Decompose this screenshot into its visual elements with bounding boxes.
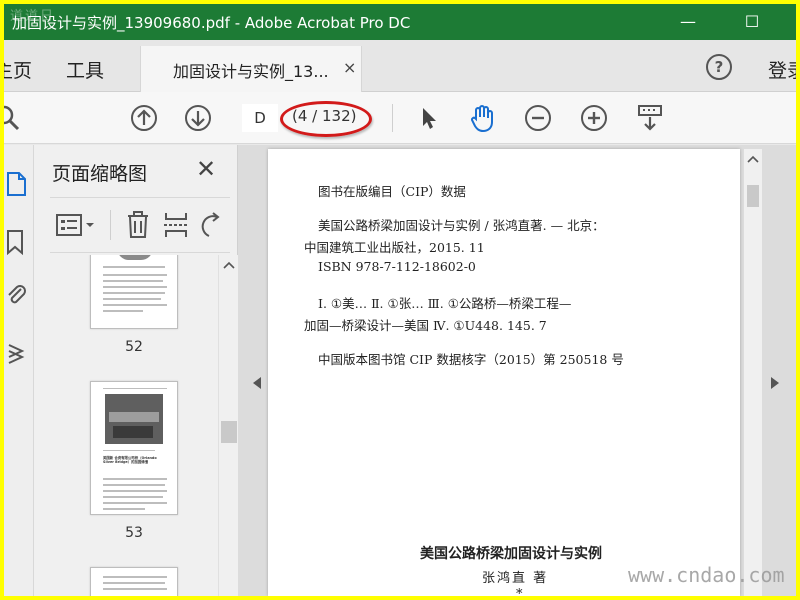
split-page-icon[interactable] xyxy=(160,210,192,240)
book-title: 美国公路桥梁加固设计与实例 xyxy=(420,546,602,562)
close-tab-icon[interactable]: × xyxy=(343,58,356,77)
delete-page-icon[interactable] xyxy=(122,210,154,240)
document-tab-label: 加固设计与实例_13... xyxy=(173,62,329,81)
layers-icon[interactable] xyxy=(6,341,28,367)
doc-text-line: 加固—桥梁设计—美国 Ⅳ. ①U448. 145. 7 xyxy=(304,318,547,333)
doc-text-line: 中国建筑工业出版社，2015. 11 xyxy=(304,240,485,255)
book-author: 张鸿直 著 xyxy=(482,571,549,586)
thumbnail-page-53[interactable]: 美国新 合资有限公司桥（Orlando Silver Bridge）的加固修缮 xyxy=(90,381,178,515)
tools-tab[interactable]: 工具 xyxy=(66,56,104,83)
page-thumbnails-icon[interactable] xyxy=(6,171,28,197)
page-number-input[interactable]: D xyxy=(242,104,278,132)
title-bar: 道道日 加固设计与实例_13909680.pdf - Adobe Acrobat… xyxy=(4,4,796,40)
window-title: 加固设计与实例_13909680.pdf - Adobe Acrobat Pro… xyxy=(12,14,411,32)
toolbar-divider xyxy=(392,104,393,132)
site-watermark: www.cndao.com xyxy=(628,563,785,587)
login-button[interactable]: 登录 xyxy=(768,56,796,83)
options-menu-icon[interactable] xyxy=(54,210,98,240)
cip-record-line: 中国版本图书馆 CIP 数据核字（2015）第 250518 号 xyxy=(318,352,624,367)
acrobat-window: 道道日 加固设计与实例_13909680.pdf - Adobe Acrobat… xyxy=(4,4,796,596)
left-rail xyxy=(4,145,34,596)
rotate-page-icon[interactable] xyxy=(196,210,228,240)
attachment-icon[interactable] xyxy=(6,283,28,309)
doc-text-line: Ⅰ. ①美… Ⅱ. ①张… Ⅲ. ①公路桥—桥梁工程— xyxy=(318,296,572,311)
tool-divider xyxy=(110,210,111,240)
thumbnail-list: 52 美国新 合资有限公司桥（Orlando Silver Bridge）的加固… xyxy=(34,255,238,596)
zoom-out-icon[interactable] xyxy=(520,100,556,136)
next-page-arrow-icon[interactable] xyxy=(770,377,780,389)
thumbnail-page-54[interactable] xyxy=(90,567,178,596)
panel-title: 页面缩略图 xyxy=(52,163,148,185)
previous-page-arrow-icon[interactable] xyxy=(252,377,262,389)
search-icon[interactable] xyxy=(4,100,26,136)
hand-tool-icon[interactable] xyxy=(464,100,500,136)
thumbnail-toolbar xyxy=(50,197,230,253)
maximize-button[interactable]: ☐ xyxy=(732,8,772,36)
isbn-line: ISBN 978-7-112-18602-0 xyxy=(318,259,476,274)
document-scrollbar[interactable] xyxy=(744,149,762,596)
highlight-ellipse xyxy=(280,101,372,137)
thumbnail-scroll-thumb[interactable] xyxy=(221,421,237,443)
next-page-icon[interactable] xyxy=(180,100,216,136)
doc-text-line: 美国公路桥梁加固设计与实例 / 张鸿直著. — 北京： xyxy=(318,218,605,233)
home-tab[interactable]: 主页 xyxy=(4,56,32,83)
thumbnail-scrollbar[interactable] xyxy=(218,255,238,596)
thumbnails-panel: 页面缩略图 ✕ 52 美国新 合资有限公司桥（Orlando Silver Br… xyxy=(34,145,238,596)
thumbnail-page-number: 52 xyxy=(125,339,143,355)
document-scroll-thumb[interactable] xyxy=(747,185,759,207)
help-icon[interactable]: ? xyxy=(706,54,732,80)
document-view: 图书在版编目（CIP）数据 美国公路桥梁加固设计与实例 / 张鸿直著. — 北京… xyxy=(238,145,796,596)
tab-bar: 主页 工具 加固设计与实例_13... × ? 登录 xyxy=(4,40,796,92)
cip-heading: 图书在版编目（CIP）数据 xyxy=(318,184,466,199)
thumbnail-page-52[interactable] xyxy=(90,255,178,329)
close-panel-icon[interactable]: ✕ xyxy=(196,155,216,183)
previous-page-icon[interactable] xyxy=(126,100,162,136)
pdf-page: 图书在版编目（CIP）数据 美国公路桥梁加固设计与实例 / 张鸿直著. — 北京… xyxy=(268,149,740,596)
select-arrow-icon[interactable] xyxy=(410,100,446,136)
document-tab[interactable]: 加固设计与实例_13... × xyxy=(140,46,362,92)
zoom-in-icon[interactable] xyxy=(576,100,612,136)
asterisk: * xyxy=(516,587,523,596)
thumbnail-page-number: 53 xyxy=(125,525,143,541)
bookmark-icon[interactable] xyxy=(6,229,28,256)
scroll-mode-icon[interactable] xyxy=(632,100,668,136)
minimize-button[interactable]: — xyxy=(668,8,708,36)
toolbar: D (4 / 132) xyxy=(4,92,796,144)
thumbnail-caption: 美国新 合资有限公司桥（Orlando Silver Bridge）的加固修缮 xyxy=(103,456,157,465)
